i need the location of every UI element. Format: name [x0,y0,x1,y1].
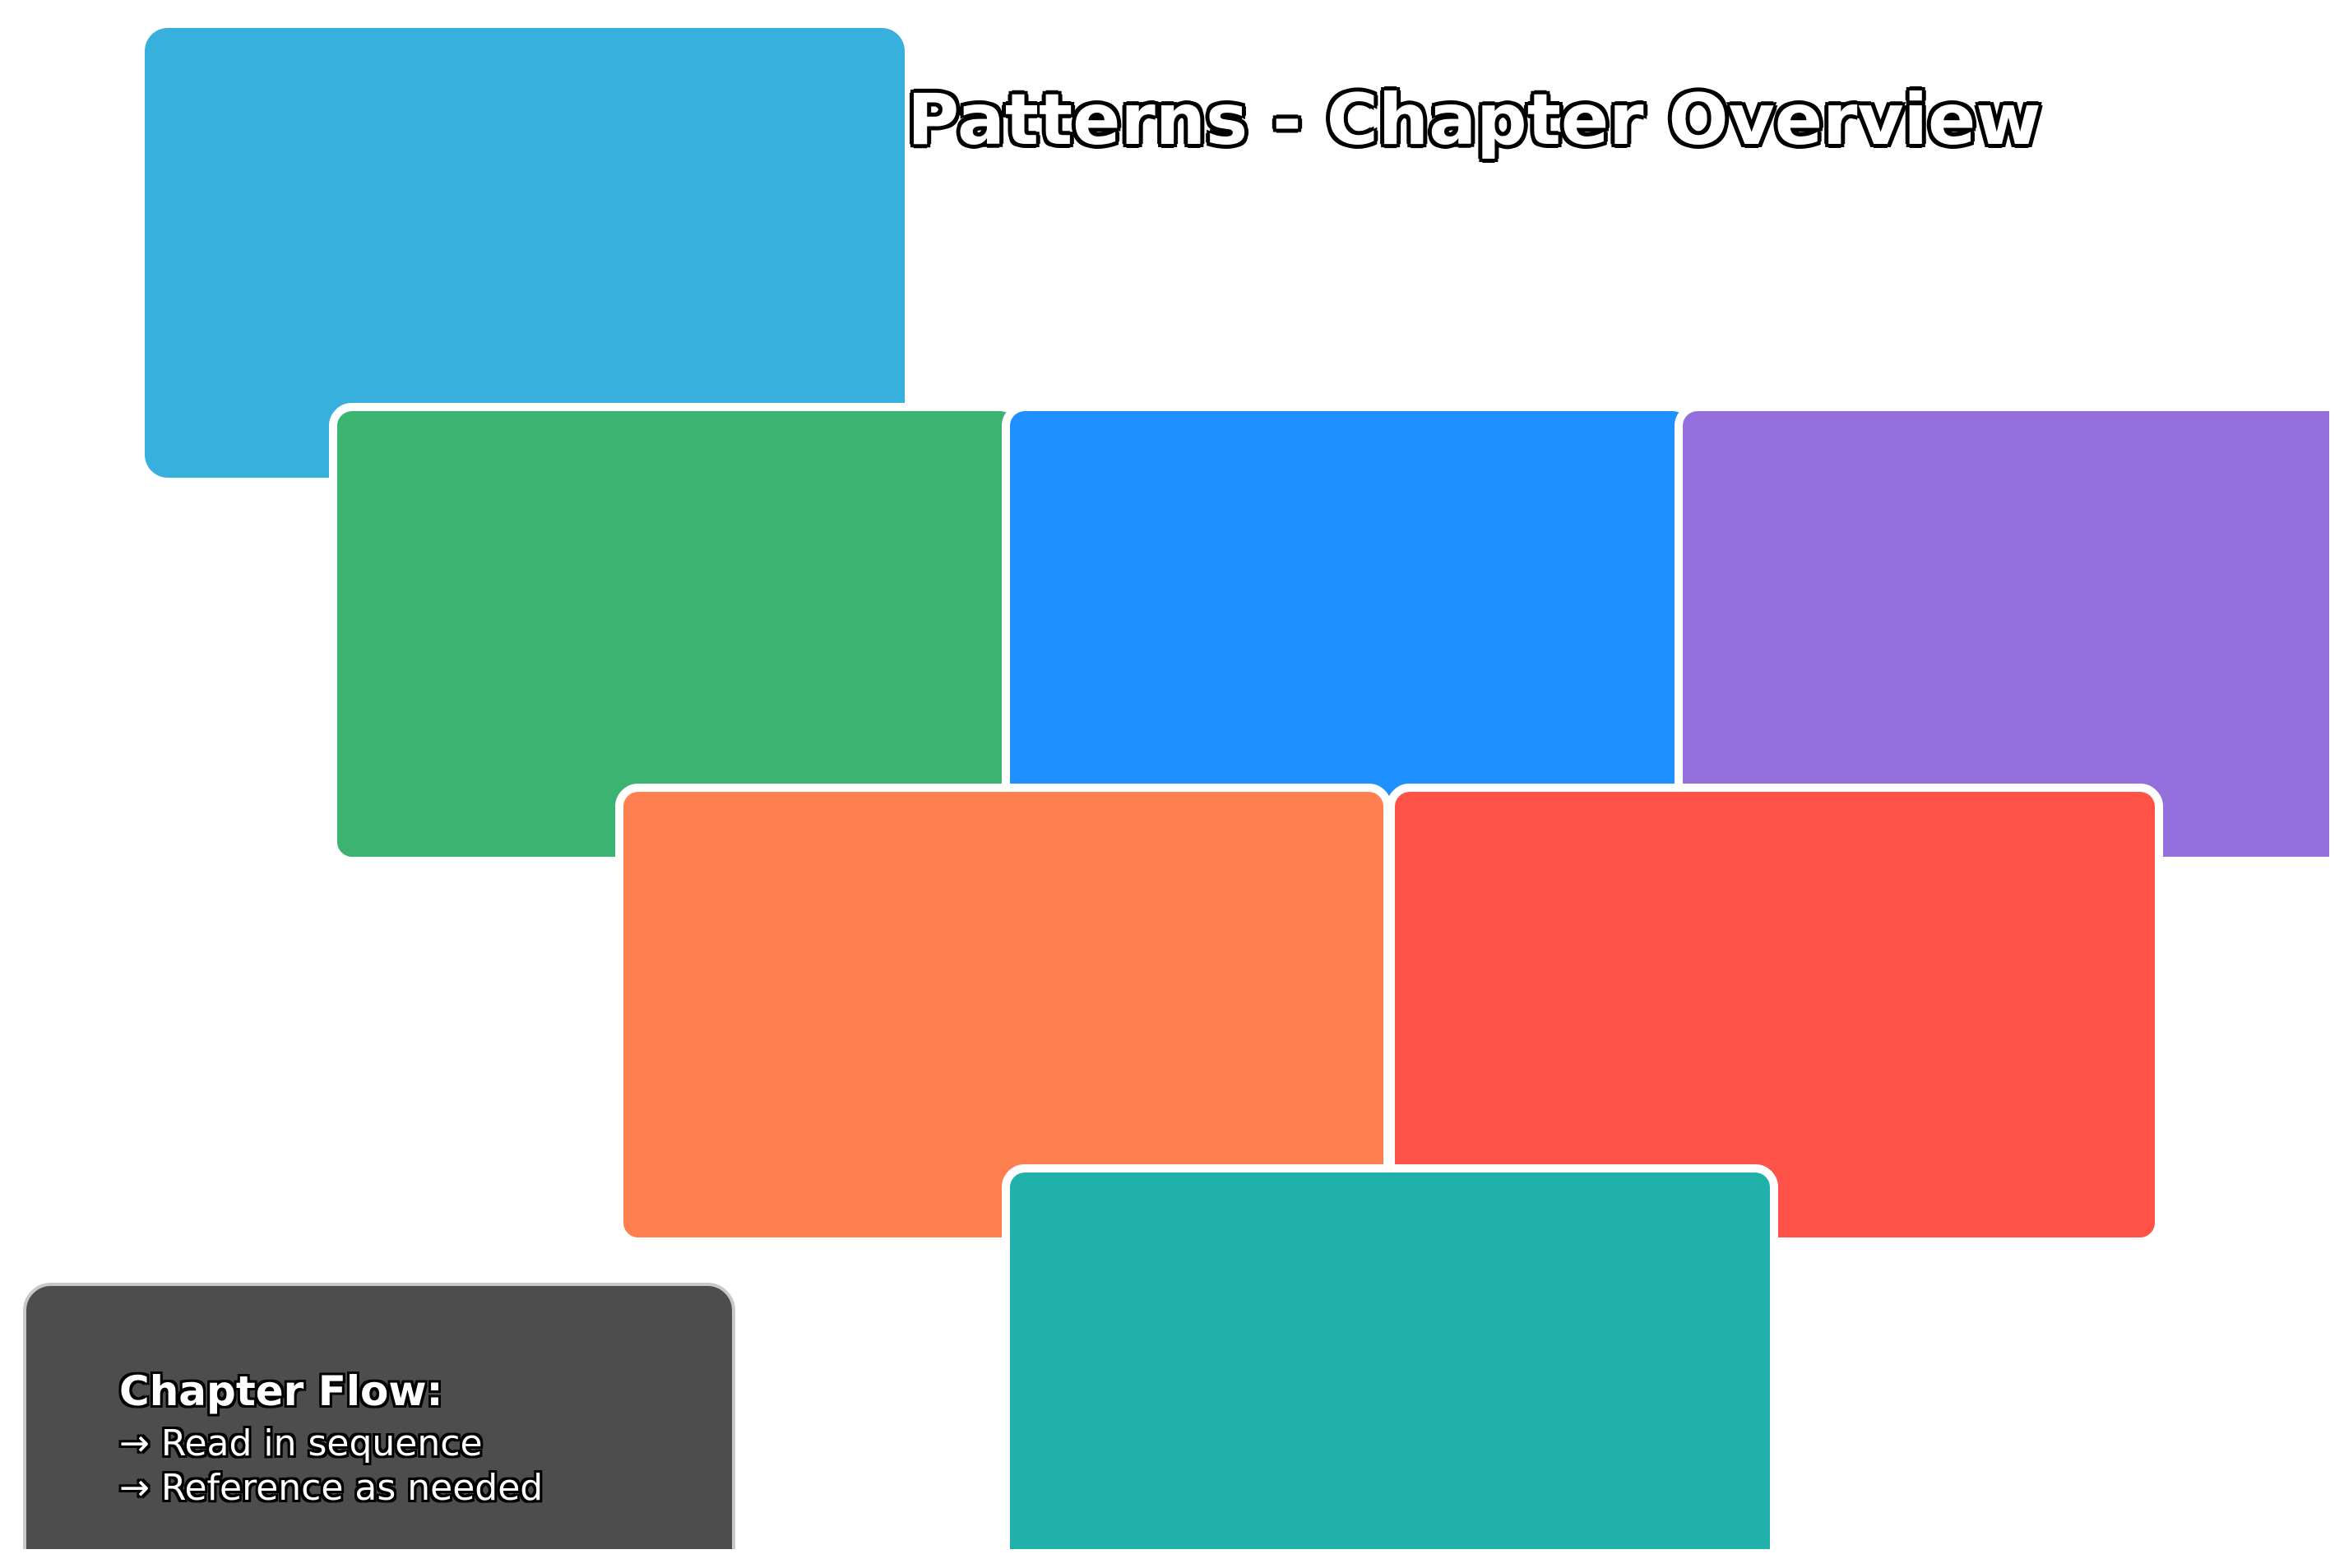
chapter-flow-text: Chapter Flow: → Read in sequence → Refer… [119,1361,543,1510]
canvas-edge-right [2329,0,2344,1568]
chapter-card-7[interactable] [1002,1164,1778,1568]
chapter-flow-item: → Read in sequence [119,1422,483,1464]
chapter-flow-item: → Reference as needed [119,1467,544,1509]
chapter-flow-heading: Chapter Flow: [119,1367,443,1415]
canvas-edge-bottom [0,1549,2344,1568]
